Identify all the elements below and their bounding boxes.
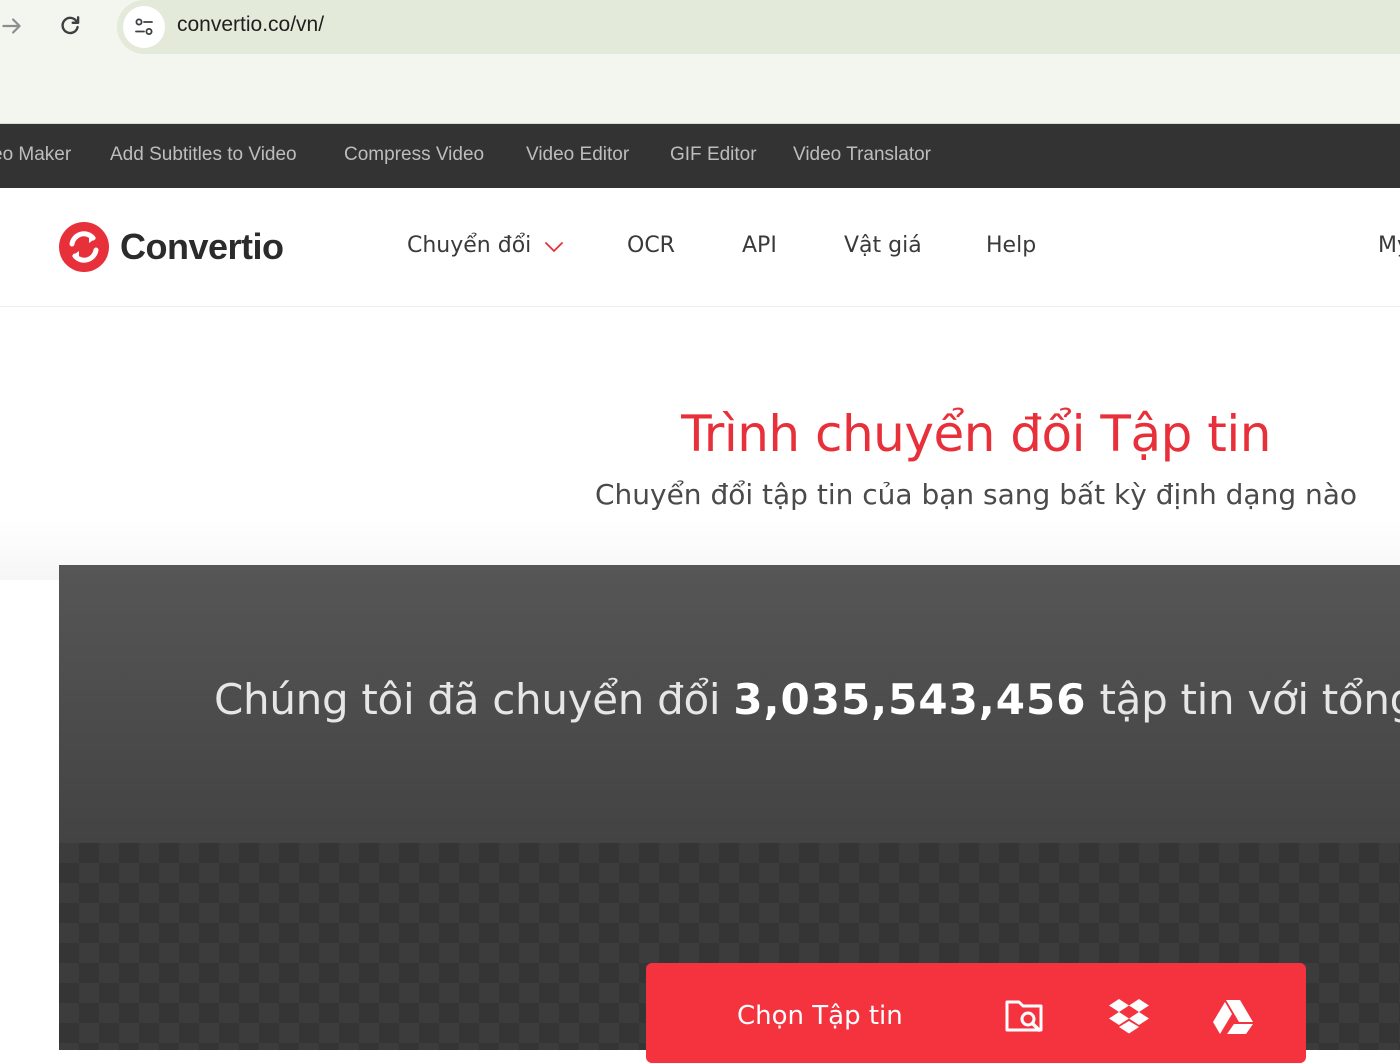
google-drive-icon[interactable] — [1212, 997, 1254, 1035]
stats-prefix: Chúng tôi đã chuyển đổi — [214, 675, 734, 724]
browser-toolbar: convertio.co/vn/ — [0, 0, 1400, 124]
choose-files-label: Chọn Tập tin — [737, 1001, 903, 1031]
tools-strip: eo Maker Add Subtitles to Video Compress… — [0, 124, 1400, 188]
tool-link-video-editor[interactable]: Video Editor — [526, 144, 629, 166]
menu-ocr[interactable]: OCR — [627, 233, 675, 258]
stats-suffix: tập tin với tổng dung lư — [1099, 675, 1400, 724]
tool-link-video-maker[interactable]: eo Maker — [0, 144, 71, 166]
menu-help[interactable]: Help — [986, 233, 1036, 258]
tool-link-gif-editor[interactable]: GIF Editor — [670, 144, 757, 166]
site-settings-icon — [135, 18, 153, 35]
menu-my-account[interactable]: My — [1378, 233, 1400, 258]
reload-button[interactable] — [52, 8, 88, 44]
menu-api[interactable]: API — [742, 233, 777, 258]
site-header: Convertio Chuyển đổi OCR API Vật giá Hel… — [0, 188, 1400, 307]
logo-text: Convertio — [120, 226, 284, 267]
folder-search-icon[interactable] — [1004, 997, 1046, 1035]
site-info-button[interactable] — [123, 6, 165, 48]
tool-link-add-subtitles[interactable]: Add Subtitles to Video — [110, 144, 297, 166]
choose-files-button[interactable]: Chọn Tập tin — [646, 963, 1306, 1063]
tool-link-compress-video[interactable]: Compress Video — [344, 144, 484, 166]
chevron-down-icon[interactable] — [544, 240, 564, 254]
reload-icon — [61, 16, 80, 35]
forward-button[interactable] — [0, 8, 30, 44]
tool-link-video-translator[interactable]: Video Translator — [793, 144, 931, 166]
stats-count: 3,035,543,456 — [733, 675, 1087, 724]
arrow-forward-icon — [2, 18, 21, 34]
logo[interactable]: Convertio — [58, 221, 284, 273]
page-title: Trình chuyển đổi Tập tin — [681, 405, 1271, 463]
dropbox-icon[interactable] — [1108, 997, 1150, 1035]
menu-convert[interactable]: Chuyển đổi — [407, 233, 531, 258]
url-text[interactable]: convertio.co/vn/ — [177, 13, 324, 37]
menu-pricing[interactable]: Vật giá — [844, 233, 922, 258]
stats-text: Chúng tôi đã chuyển đổi 3,035,543,456 tậ… — [214, 675, 1400, 724]
convertio-logo-icon — [59, 222, 109, 272]
address-bar[interactable]: convertio.co/vn/ — [117, 0, 1400, 54]
page-subtitle: Chuyển đổi tập tin của bạn sang bất kỳ đ… — [594, 478, 1358, 511]
